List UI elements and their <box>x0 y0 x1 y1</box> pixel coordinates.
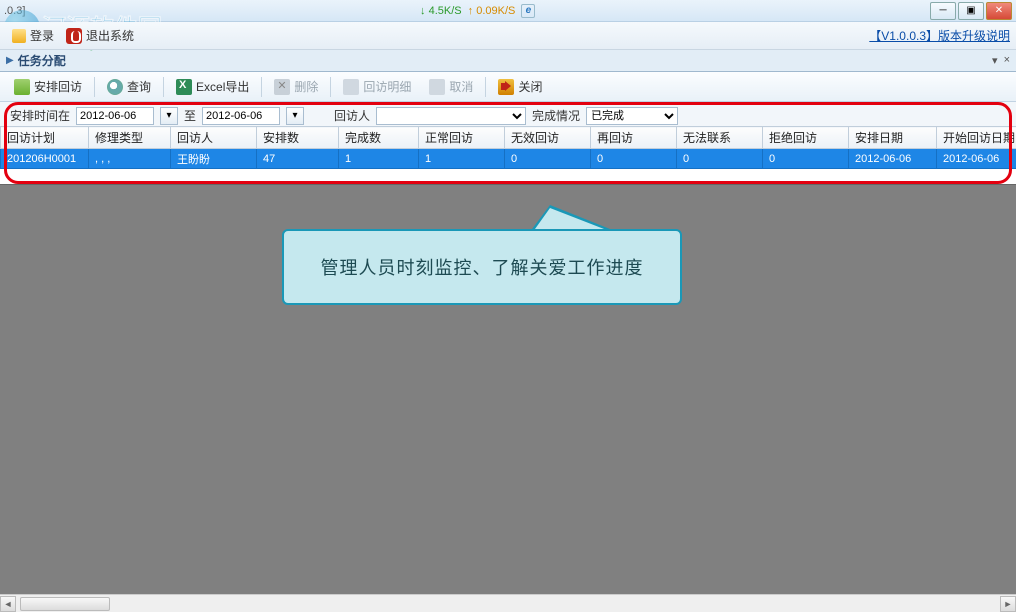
tab-chevron-icon[interactable]: ▶ <box>6 55 14 66</box>
maximize-button[interactable]: ▣ <box>958 2 984 20</box>
cell-normal: 1 <box>419 149 505 169</box>
horizontal-scrollbar[interactable]: ◄ ► <box>0 594 1016 612</box>
visitor-label: 回访人 <box>334 107 370 124</box>
excel-export-button[interactable]: Excel导出 <box>168 75 257 98</box>
cell-arranged: 47 <box>257 149 339 169</box>
separator <box>94 77 95 97</box>
login-icon <box>12 29 26 43</box>
titlebar-status: ↓ 4.5K/S ↑ 0.09K/S e <box>25 4 930 18</box>
arrange-visit-button[interactable]: 安排回访 <box>6 75 90 98</box>
query-button[interactable]: 查询 <box>99 75 159 98</box>
highlighted-area: 安排时间在 ▾ 至 ▾ 回访人 完成情况 已完成 回访计划 修理类型 回 <box>0 102 1016 184</box>
scroll-right-icon[interactable]: ► <box>1000 596 1016 612</box>
cell-arrange-date: 2012-06-06 <box>849 149 937 169</box>
callout-arrow-icon <box>532 205 610 229</box>
status-combo[interactable]: 已完成 <box>586 107 678 125</box>
date-to-picker-icon[interactable]: ▾ <box>286 107 304 125</box>
table-row[interactable]: 201206H0001 , , , 王盼盼 47 1 1 0 0 0 0 201… <box>1 149 1016 169</box>
visit-plan-table: 回访计划 修理类型 回访人 安排数 完成数 正常回访 无效回访 再回访 无法联系… <box>0 126 1016 184</box>
cancel-icon <box>429 79 445 95</box>
callout-text: 管理人员时刻监控、了解关爱工作进度 <box>321 254 644 280</box>
table-header-row: 回访计划 修理类型 回访人 安排数 完成数 正常回访 无效回访 再回访 无法联系… <box>1 127 1016 149</box>
ie-icon[interactable]: e <box>521 4 535 18</box>
toolbar: 安排回访 查询 Excel导出 删除 回访明细 取消 关闭 <box>0 72 1016 102</box>
col-invalid[interactable]: 无效回访 <box>505 127 591 149</box>
col-arrange-date[interactable]: 安排日期 <box>849 127 937 149</box>
date-from-picker-icon[interactable]: ▾ <box>160 107 178 125</box>
col-repair-type[interactable]: 修理类型 <box>89 127 171 149</box>
separator <box>485 77 486 97</box>
download-speed: ↓ 4.5K/S <box>420 5 462 17</box>
cell-plan: 201206H0001 <box>1 149 89 169</box>
upload-speed: ↑ 0.09K/S <box>468 5 516 17</box>
visit-detail-button[interactable]: 回访明细 <box>335 75 419 98</box>
to-label: 至 <box>184 107 196 124</box>
cell-revisit: 0 <box>591 149 677 169</box>
col-start-date[interactable]: 开始回访日期 <box>937 127 1016 149</box>
app-bar: 登录 退出系统 【V1.0.0.3】版本升级说明 <box>0 22 1016 50</box>
separator <box>261 77 262 97</box>
close-window-button[interactable]: ✕ <box>986 2 1012 20</box>
excel-icon <box>176 79 192 95</box>
visitor-combo[interactable] <box>376 107 526 125</box>
window-titlebar: .0.3] ↓ 4.5K/S ↑ 0.09K/S e ─ ▣ ✕ <box>0 0 1016 22</box>
detail-icon <box>343 79 359 95</box>
tab-task-assign[interactable]: 任务分配 <box>18 52 66 69</box>
search-icon <box>107 79 123 95</box>
annotation-callout: 管理人员时刻监控、了解关爱工作进度 <box>282 205 682 305</box>
main-content-area: 管理人员时刻监控、了解关爱工作进度 <box>0 184 1016 594</box>
tab-dropdown-icon[interactable]: ▾ <box>992 54 998 67</box>
cell-repair-type: , , , <box>89 149 171 169</box>
col-arranged[interactable]: 安排数 <box>257 127 339 149</box>
version-upgrade-link[interactable]: 【V1.0.0.3】版本升级说明 <box>869 27 1010 44</box>
col-completed[interactable]: 完成数 <box>339 127 419 149</box>
close-button[interactable]: 关闭 <box>490 75 550 98</box>
col-nocontact[interactable]: 无法联系 <box>677 127 763 149</box>
cell-visitor: 王盼盼 <box>171 149 257 169</box>
login-button[interactable]: 登录 <box>6 25 60 46</box>
minimize-button[interactable]: ─ <box>930 2 956 20</box>
callout-box: 管理人员时刻监控、了解关爱工作进度 <box>282 229 682 305</box>
cell-completed: 1 <box>339 149 419 169</box>
col-visitor[interactable]: 回访人 <box>171 127 257 149</box>
cell-start-date: 2012-06-06 <box>937 149 1016 169</box>
cancel-button[interactable]: 取消 <box>421 75 481 98</box>
col-revisit[interactable]: 再回访 <box>591 127 677 149</box>
date-from-input[interactable] <box>76 107 154 125</box>
arrange-time-label: 安排时间在 <box>10 107 70 124</box>
tab-close-icon[interactable]: × <box>1004 54 1010 67</box>
tab-strip: ▶ 任务分配 ▾ × <box>0 50 1016 72</box>
col-refused[interactable]: 拒绝回访 <box>763 127 849 149</box>
scroll-thumb[interactable] <box>20 597 110 611</box>
scroll-left-icon[interactable]: ◄ <box>0 596 16 612</box>
cell-invalid: 0 <box>505 149 591 169</box>
cell-refused: 0 <box>763 149 849 169</box>
exit-label: 退出系统 <box>86 27 134 44</box>
col-normal[interactable]: 正常回访 <box>419 127 505 149</box>
cell-nocontact: 0 <box>677 149 763 169</box>
window-controls: ─ ▣ ✕ <box>930 2 1012 20</box>
login-label: 登录 <box>30 27 54 44</box>
separator <box>163 77 164 97</box>
separator <box>330 77 331 97</box>
delete-icon <box>274 79 290 95</box>
date-to-input[interactable] <box>202 107 280 125</box>
filter-row: 安排时间在 ▾ 至 ▾ 回访人 完成情况 已完成 <box>0 102 1016 126</box>
arrange-icon <box>14 79 30 95</box>
delete-button[interactable]: 删除 <box>266 75 326 98</box>
col-plan[interactable]: 回访计划 <box>1 127 89 149</box>
exit-icon <box>66 28 82 44</box>
close-icon <box>498 79 514 95</box>
title-fragment: .0.3] <box>4 5 25 17</box>
status-label: 完成情况 <box>532 107 580 124</box>
exit-system-button[interactable]: 退出系统 <box>60 25 140 46</box>
